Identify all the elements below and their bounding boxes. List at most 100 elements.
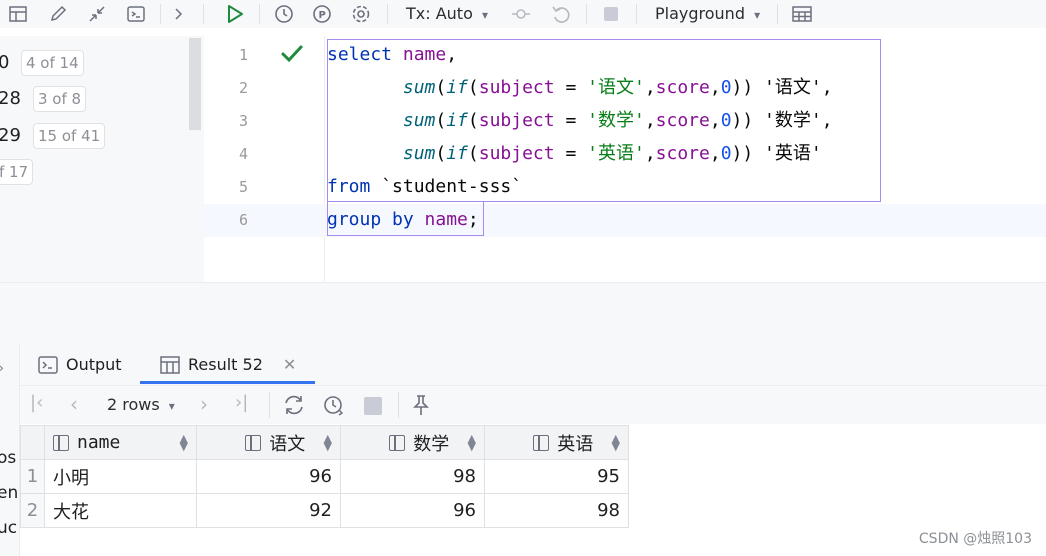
tab-output-label: Output — [66, 355, 122, 374]
table-cell[interactable]: 96 — [340, 493, 485, 528]
sort-icon[interactable]: ▲ ▼ — [180, 433, 188, 452]
column-icon — [245, 434, 262, 451]
code-line-1: select name, — [327, 44, 458, 65]
code-line-6: group by name; — [327, 209, 479, 230]
line-number: 1 — [238, 46, 248, 64]
toolbar-divider — [387, 4, 388, 24]
console-icon[interactable] — [124, 2, 148, 26]
row-number: 1 — [20, 459, 45, 494]
table-cell[interactable]: 小明 — [44, 459, 197, 494]
column-name: name — [77, 432, 121, 453]
history-icon[interactable] — [322, 394, 346, 420]
panel-splitter[interactable] — [0, 282, 1046, 343]
chevron-right-icon[interactable]: › — [0, 361, 4, 375]
sort-icon[interactable]: ▲ ▼ — [612, 433, 620, 452]
transaction-mode-label: Tx: Auto — [406, 4, 473, 23]
database-tree-panel: 0 4 of 14 28 3 of 8 29 15 of 41 f 17 — [0, 36, 205, 282]
grid-corner — [20, 425, 45, 460]
tree-row-badge[interactable]: 4 of 14 — [21, 50, 84, 76]
column-header[interactable]: name ▲ ▼ — [44, 425, 197, 460]
toolbar-divider — [259, 4, 260, 24]
stop-icon[interactable] — [363, 396, 383, 420]
row-count-dropdown[interactable]: 2 rows ▾ — [107, 395, 175, 414]
code-line-5: from `student-sss` — [327, 176, 523, 197]
tab-result-label: Result 52 — [188, 355, 263, 374]
column-header[interactable]: 英语 ▲ ▼ — [484, 425, 629, 460]
checkmark-icon — [281, 44, 303, 68]
first-page-icon[interactable]: |‹ — [30, 392, 43, 413]
gear-icon[interactable] — [349, 2, 373, 26]
column-header[interactable]: 数学 ▲ ▼ — [340, 425, 485, 460]
tree-row-badge[interactable]: 3 of 8 — [33, 86, 87, 112]
table-icon — [160, 355, 180, 374]
last-page-icon[interactable]: ›| — [235, 392, 248, 413]
column-header[interactable]: 语文 ▲ ▼ — [196, 425, 341, 460]
refresh-icon[interactable] — [282, 394, 306, 420]
sort-icon[interactable]: ▲ ▼ — [468, 433, 476, 452]
code-line-4: sum(if(subject = '英语',score,0)) '英语' — [402, 143, 822, 164]
next-page-icon[interactable]: › — [200, 392, 208, 416]
table-cell[interactable]: 92 — [196, 493, 341, 528]
transaction-mode-dropdown[interactable]: Tx: Auto ▾ — [406, 4, 488, 25]
column-name: 语文 — [269, 433, 306, 455]
explain-plan-icon[interactable]: P — [310, 2, 334, 26]
table-row[interactable]: 2 大花 92 96 98 — [20, 493, 629, 528]
previous-page-icon[interactable]: ‹ — [70, 392, 78, 416]
column-icon — [533, 434, 550, 451]
row-number: 2 — [20, 493, 45, 528]
truncated-label: os — [0, 448, 17, 468]
history-icon[interactable] — [272, 2, 296, 26]
result-grid: name ▲ ▼ 语文 ▲ ▼ 数学 ▲ ▼ 英语 ▲ ▼ 1 小明 96 98 95 2 大花… — [20, 425, 629, 528]
code-line-3: sum(if(subject = '数学',score,0)) '数学', — [402, 110, 833, 131]
table-cell[interactable]: 98 — [340, 459, 485, 494]
tree-scrollbar[interactable] — [189, 38, 201, 130]
commit-icon[interactable] — [509, 2, 533, 26]
table-cell[interactable]: 96 — [196, 459, 341, 494]
tree-row-badge[interactable]: f 17 — [0, 159, 34, 185]
tree-row-badge[interactable]: 15 of 41 — [33, 123, 106, 149]
tree-row-number: 29 — [0, 125, 21, 146]
toolbar-divider — [777, 4, 778, 24]
sort-icon[interactable]: ▲ ▼ — [324, 433, 332, 452]
truncated-label: en — [0, 483, 19, 503]
stop-icon[interactable] — [599, 2, 623, 26]
edit-icon[interactable] — [46, 2, 70, 26]
result-tabs: Output Result 52 ✕ — [20, 343, 1046, 386]
tree-row-number: 28 — [0, 88, 21, 109]
column-name: 数学 — [413, 433, 450, 455]
table-cell[interactable]: 大花 — [44, 493, 197, 528]
toolbar-divider — [636, 4, 637, 24]
chevron-down-icon: ▾ — [168, 399, 175, 413]
run-icon[interactable] — [223, 2, 247, 26]
console-icon — [38, 355, 58, 374]
tree-row-number: 0 — [0, 52, 10, 73]
toolbar-divider — [203, 4, 204, 24]
table-icon[interactable] — [6, 2, 30, 26]
playground-dropdown[interactable]: Playground ▾ — [655, 4, 760, 25]
active-tab-indicator — [140, 381, 315, 384]
close-icon[interactable]: ✕ — [283, 355, 296, 374]
collapse-icon[interactable] — [85, 2, 109, 26]
editor-toolbar: P Tx: Auto ▾ Playground ▾ — [0, 0, 1046, 28]
line-number: 6 — [238, 211, 248, 229]
rollback-icon[interactable] — [549, 2, 573, 26]
tab-output[interactable]: Output — [38, 355, 122, 374]
table-row[interactable]: 1 小明 96 98 95 — [20, 459, 629, 494]
column-name: 英语 — [557, 433, 594, 455]
chevron-down-icon: ▾ — [754, 8, 761, 22]
chevron-down-icon: ▾ — [481, 8, 488, 22]
table-cell[interactable]: 95 — [484, 459, 629, 494]
gutter-divider — [324, 36, 325, 282]
toolbar-divider — [398, 392, 399, 418]
line-number: 2 — [238, 79, 248, 97]
result-toolbar: |‹ ‹ 2 rows ▾ › ›| — [20, 386, 1046, 424]
table-cell[interactable]: 98 — [484, 493, 629, 528]
tab-result[interactable]: Result 52 ✕ — [160, 355, 296, 374]
svg-text:P: P — [319, 10, 326, 21]
toolbar-divider — [586, 4, 587, 24]
pin-icon[interactable] — [411, 394, 431, 420]
grid-layout-icon[interactable] — [790, 2, 814, 26]
chevron-right-icon[interactable] — [166, 2, 190, 26]
left-tool-strip: › os en uc — [0, 343, 20, 556]
line-number: 4 — [238, 145, 248, 163]
